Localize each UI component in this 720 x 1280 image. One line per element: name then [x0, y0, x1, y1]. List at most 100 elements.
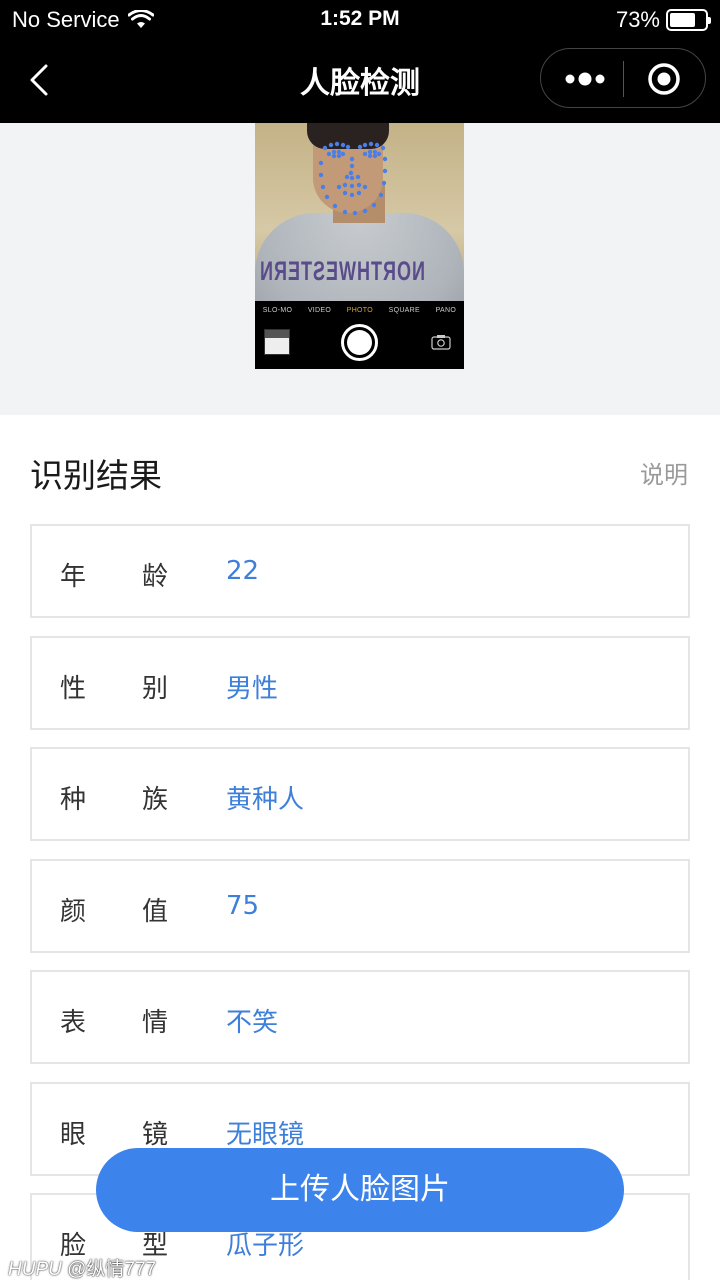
camera-flip-icon: [431, 335, 451, 350]
landmark-dot: [324, 194, 330, 200]
landmark-dot: [352, 210, 358, 216]
watermark-user: @纵情777: [67, 1259, 157, 1280]
nav-bar: 人脸检测: [0, 40, 720, 123]
row-label-char-2: 别: [142, 674, 169, 704]
shirt-text: NORTHWESTERN: [259, 255, 425, 286]
landmark-dot: [381, 180, 387, 186]
landmark-dot: [371, 202, 377, 208]
camera-mode: VIDEO: [307, 307, 332, 314]
battery-percent: 73%: [615, 7, 660, 32]
landmark-dot: [355, 174, 361, 180]
landmark-dot: [349, 156, 355, 162]
landmark-dot: [374, 142, 380, 148]
landmark-dot: [367, 153, 373, 159]
watermark-brand: HUPU: [8, 1259, 62, 1280]
close-button[interactable]: [647, 62, 681, 96]
section-title: 识别结果: [30, 456, 162, 495]
landmark-dot: [342, 182, 348, 188]
gallery-thumbnail-icon: [264, 329, 290, 355]
landmark-dot: [368, 141, 374, 147]
row-value: 黄种人: [226, 785, 305, 815]
more-button[interactable]: [563, 67, 607, 91]
landmark-dot: [336, 153, 342, 159]
status-right: 73%: [615, 7, 711, 33]
landmark-dot: [342, 190, 348, 196]
landmark-dot: [326, 151, 332, 157]
landmark-dot: [372, 149, 378, 155]
landmark-dot: [349, 183, 355, 189]
landmark-dot: [340, 142, 346, 148]
camera-mode: PANO: [435, 307, 457, 314]
landmark-dot: [382, 168, 388, 174]
capsule-divider: [623, 61, 624, 97]
landmark-dot: [382, 156, 388, 162]
landmark-dot: [320, 184, 326, 190]
landmark-dot: [372, 153, 378, 159]
row-label-char-1: 种: [60, 785, 87, 815]
landmark-dot: [334, 141, 340, 147]
landmark-dot: [362, 142, 368, 148]
landmark-dot: [349, 163, 355, 169]
landmark-dot: [322, 145, 328, 151]
row-label-char-2: 情: [142, 1008, 169, 1038]
landmark-dot: [380, 145, 386, 151]
status-bar: No Service 1:52 PM 73%: [0, 0, 720, 40]
row-label-char-1: 性: [60, 674, 87, 704]
result-row: 性 别 男性: [30, 636, 690, 730]
row-value: 75: [226, 891, 260, 921]
result-row: 表 情 不笑: [30, 970, 690, 1064]
landmark-dot: [336, 184, 342, 190]
landmark-dot: [328, 142, 334, 148]
row-label-char-1: 颜: [60, 897, 87, 927]
landmark-dot: [344, 174, 350, 180]
camera-mode: PHOTO: [346, 307, 373, 314]
upload-face-image-button[interactable]: 上传人脸图片: [96, 1148, 624, 1232]
landmark-dot: [356, 190, 362, 196]
landmark-dot: [340, 151, 346, 157]
row-label-char-2: 龄: [142, 562, 169, 592]
landmark-dot: [357, 144, 363, 150]
result-row: 年 龄 22: [30, 524, 690, 618]
mini-program-capsule: [540, 48, 706, 108]
landmark-dot: [345, 144, 351, 150]
row-value: 不笑: [226, 1008, 279, 1038]
landmark-dot: [318, 172, 324, 178]
row-label-char-2: 镜: [142, 1120, 169, 1150]
landmark-dot: [356, 182, 362, 188]
row-label-char-2: 值: [142, 897, 169, 927]
landmark-dot: [349, 175, 355, 181]
battery-fill: [670, 13, 695, 27]
row-value: 无眼镜: [226, 1120, 305, 1150]
landmark-dot: [349, 192, 355, 198]
landmark-dot: [331, 149, 337, 155]
landmark-dot: [318, 160, 324, 166]
shutter-icon: [341, 324, 378, 361]
face-landmarks: [318, 141, 388, 216]
row-value: 22: [226, 556, 260, 586]
watermark: HUPU @纵情777: [8, 1254, 156, 1280]
battery-icon: [666, 9, 711, 31]
row-label-char-1: 眼: [60, 1120, 87, 1150]
landmark-dot: [367, 149, 373, 155]
face-photo[interactable]: NORTHWESTERN SLO-MO VIDEO PHOTO SQUARE PANO: [255, 123, 464, 369]
camera-mode: SQUARE: [388, 307, 420, 314]
landmark-dot: [378, 192, 384, 198]
camera-mode: SLO-MO: [262, 307, 293, 314]
camera-toolbar: SLO-MO VIDEO PHOTO SQUARE PANO: [255, 301, 464, 369]
status-time: 1:52 PM: [320, 7, 400, 30]
row-label-char-1: 年: [60, 562, 87, 592]
row-label-char-2: 族: [142, 785, 169, 815]
landmark-dot: [376, 151, 382, 157]
row-label-char-1: 表: [60, 1008, 87, 1038]
landmark-dot: [331, 153, 337, 159]
result-row: 颜 值 75: [30, 859, 690, 953]
result-row: 种 族 黄种人: [30, 747, 690, 841]
more-dots-icon: [565, 72, 605, 86]
landmark-dot: [342, 209, 348, 215]
landmark-dot: [336, 149, 342, 155]
help-link[interactable]: 说明: [640, 455, 688, 490]
camera-modes: SLO-MO VIDEO PHOTO SQUARE PANO: [255, 307, 464, 314]
landmark-dot: [362, 151, 368, 157]
landmark-dot: [362, 208, 368, 214]
row-value: 男性: [226, 674, 279, 704]
